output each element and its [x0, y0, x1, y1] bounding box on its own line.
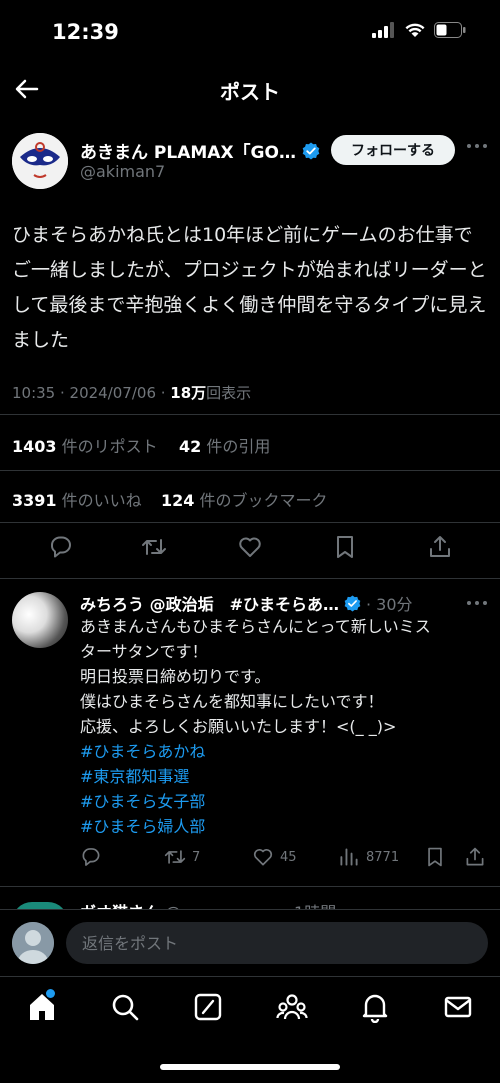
home-indicator [160, 1064, 340, 1070]
hashtag-link[interactable]: #ひまそら婦人部 [80, 814, 490, 839]
share-icon [466, 847, 484, 866]
bookmarks-count: 124 [161, 491, 195, 510]
reply-text-line: 明日投票日締め切りです。 [80, 667, 271, 686]
author-handle[interactable]: @akiman7 [80, 162, 165, 181]
author-name-row[interactable]: あきまん PLAMAX「GO… [80, 138, 320, 163]
composer-avatar[interactable] [12, 922, 54, 964]
bookmarks-label: 件のブックマーク [199, 491, 328, 510]
like-icon [239, 537, 261, 557]
messages-icon [444, 996, 472, 1018]
search-icon [112, 994, 139, 1021]
status-icons [372, 22, 466, 38]
reply-share-button[interactable] [464, 846, 486, 868]
nav-home[interactable] [26, 989, 58, 1023]
likes-label: 件のいいね [61, 491, 142, 510]
nav-search[interactable] [109, 991, 141, 1023]
follow-button[interactable]: フォローする [331, 135, 455, 165]
status-time: 12:39 [52, 20, 119, 44]
nav-messages[interactable] [442, 991, 474, 1023]
reply-action-bar: 7 45 8771 [80, 846, 500, 872]
grok-icon [194, 993, 222, 1021]
author-avatar[interactable] [12, 133, 68, 189]
share-icon [430, 536, 450, 557]
divider [0, 578, 500, 579]
reply-view-count: 8771 [366, 849, 400, 865]
repost-icon [164, 850, 186, 864]
reply-like-count: 45 [280, 849, 297, 865]
reply-text-line: 僕はひまそらさんを都知事にしたいです！ [80, 692, 384, 711]
likes-stat[interactable]: 3391 件のいいね [12, 487, 142, 511]
view-label: 回表示 [206, 384, 252, 402]
reply-header: みちろう @政治垢 #ひまそらあ… · 30分 [80, 591, 413, 615]
default-avatar-icon [12, 922, 54, 964]
hashtag-link[interactable]: #東京都知事選 [80, 764, 490, 789]
nav-notifications[interactable] [359, 991, 391, 1023]
page-title: ポスト [220, 80, 280, 104]
share-button[interactable] [427, 534, 453, 560]
communities-icon [276, 994, 308, 1020]
likes-count: 3391 [12, 491, 57, 510]
reply-repost-button[interactable]: 7 [164, 846, 200, 868]
reply-text-line: 応援、よろしくお願いいたします！<(_ _)> [80, 717, 397, 736]
post-body: ひまそらあかね氏とは10年ほど前にゲームのお仕事でご一緒しましたが、プロジェクト… [12, 224, 487, 351]
reply-bookmark-button[interactable] [424, 846, 446, 868]
wifi-icon [405, 23, 425, 37]
notifications-icon [362, 994, 388, 1023]
more-icon [467, 144, 487, 148]
reposts-count: 1403 [12, 437, 57, 456]
reply-input[interactable] [66, 922, 488, 964]
repost-button[interactable] [141, 534, 167, 560]
reply-repost-count: 7 [192, 849, 201, 865]
bookmark-icon [337, 536, 353, 558]
view-count: 18万 [170, 384, 207, 402]
author-name[interactable]: あきまん PLAMAX「GO… [80, 138, 296, 163]
quotes-count: 42 [179, 437, 202, 456]
reply-like-button[interactable]: 45 [252, 846, 297, 868]
nav-grok[interactable] [192, 991, 224, 1023]
hashtag-link[interactable]: #ひまそら女子部 [80, 789, 490, 814]
divider [0, 522, 500, 523]
verified-badge-icon [302, 142, 320, 159]
bookmark-icon [428, 847, 442, 867]
nav-communities[interactable] [276, 991, 308, 1023]
reply-author-name[interactable]: みちろう @政治垢 #ひまそらあ… [80, 591, 339, 615]
reply-body: あきまんさんもひまそらさんにとって新しいミス ターサタンです！ 明日投票日締め切… [80, 614, 490, 839]
bookmark-button[interactable] [332, 534, 358, 560]
reply-views-button[interactable]: 8771 [338, 846, 399, 868]
repost-icon [142, 539, 166, 555]
reply-time: · 30分 [365, 595, 413, 614]
divider [0, 470, 500, 471]
verified-badge-icon [344, 594, 361, 612]
divider [0, 414, 500, 415]
reply-reply-button[interactable] [80, 846, 102, 868]
reply-text-line: ターサタンです！ [80, 642, 208, 661]
reply-avatar[interactable] [12, 592, 68, 648]
reply-more-button[interactable] [466, 600, 488, 606]
reply-button[interactable] [48, 534, 74, 560]
reply-text-line: あきまんさんもひまそらさんにとって新しいミス [80, 617, 431, 636]
signal-icon [372, 22, 394, 38]
post-more-button[interactable] [466, 143, 488, 149]
divider [0, 886, 500, 887]
quotes-label: 件の引用 [206, 437, 271, 456]
post-action-bar [0, 534, 500, 570]
post-timestamp[interactable]: 10:35 · 2024/07/06 · [12, 384, 170, 402]
views-icon [340, 848, 358, 866]
post-meta: 10:35 · 2024/07/06 · 18万回表示 [12, 382, 251, 403]
battery-icon [434, 22, 466, 38]
reposts-label: 件のリポスト [61, 437, 158, 456]
notification-dot [46, 989, 55, 998]
reply-icon [82, 848, 100, 866]
hashtag-link[interactable]: #ひまそらあかね [80, 739, 490, 764]
reposts-stat[interactable]: 1403 件のリポスト [12, 433, 158, 457]
more-icon [467, 601, 487, 605]
bookmarks-stat[interactable]: 124 件のブックマーク [161, 487, 328, 511]
quotes-stat[interactable]: 42 件の引用 [179, 433, 270, 457]
like-icon [253, 849, 273, 866]
reply-icon [51, 536, 71, 558]
like-button[interactable] [237, 534, 263, 560]
